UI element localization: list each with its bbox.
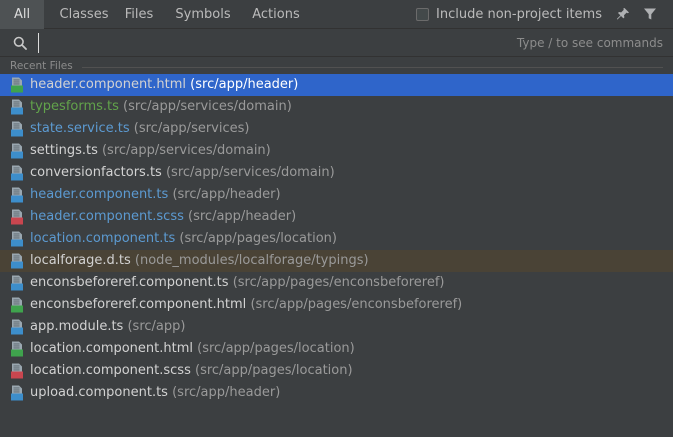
search-row: Type / to see commands bbox=[0, 29, 673, 57]
recent-file-row[interactable]: typesforms.ts (src/app/services/domain) bbox=[0, 96, 673, 118]
search-everywhere-popup: All Classes Files Symbols Actions Includ… bbox=[0, 0, 673, 437]
recent-file-row[interactable]: localforage.d.ts (node_modules/localfora… bbox=[0, 250, 673, 272]
file-name: header.component.html (src/app/header) bbox=[30, 74, 298, 96]
file-path: (src/app/pages/enconsbeforeref) bbox=[232, 275, 445, 290]
file-name: app.module.ts (src/app) bbox=[30, 316, 185, 338]
file-name: location.component.html (src/app/pages/l… bbox=[30, 338, 355, 360]
file-name-text: enconsbeforeref.component.html bbox=[30, 297, 247, 312]
ts-file-icon bbox=[11, 385, 23, 401]
file-name-text: app.module.ts bbox=[30, 319, 124, 334]
file-path: (src/app/pages/location) bbox=[179, 231, 337, 246]
file-name-text: header.component.html bbox=[30, 77, 187, 92]
recent-file-row[interactable]: header.component.html (src/app/header) bbox=[0, 74, 673, 96]
ts-file-icon bbox=[11, 187, 23, 203]
search-hint: Type / to see commands bbox=[516, 36, 663, 50]
recent-file-row[interactable]: conversionfactors.ts (src/app/services/d… bbox=[0, 162, 673, 184]
recent-file-row[interactable]: enconsbeforeref.component.html (src/app/… bbox=[0, 294, 673, 316]
file-name-text: location.component.html bbox=[30, 341, 194, 356]
file-path: (node_modules/localforage/typings) bbox=[134, 253, 369, 268]
recent-file-row[interactable]: location.component.ts (src/app/pages/loc… bbox=[0, 228, 673, 250]
recent-file-row[interactable]: upload.component.ts (src/app/header) bbox=[0, 382, 673, 404]
ts-file-icon bbox=[11, 99, 23, 115]
file-path: (src/app/services/domain) bbox=[101, 143, 271, 158]
sass-file-icon bbox=[11, 209, 23, 225]
recent-file-row[interactable]: settings.ts (src/app/services/domain) bbox=[0, 140, 673, 162]
file-name: location.component.scss (src/app/pages/l… bbox=[30, 360, 353, 382]
file-path: (src/app/header) bbox=[188, 209, 297, 224]
ts-file-icon bbox=[11, 275, 23, 291]
file-path: (src/app/services/domain) bbox=[165, 165, 335, 180]
recent-file-row[interactable]: location.component.scss (src/app/pages/l… bbox=[0, 360, 673, 382]
html-file-icon bbox=[11, 77, 23, 93]
recent-file-row[interactable]: header.component.ts (src/app/header) bbox=[0, 184, 673, 206]
file-name: location.component.ts (src/app/pages/loc… bbox=[30, 228, 337, 250]
file-name-text: location.component.scss bbox=[30, 363, 191, 378]
tab-actions[interactable]: Actions bbox=[250, 0, 302, 29]
file-name: upload.component.ts (src/app/header) bbox=[30, 382, 280, 404]
file-name-text: header.component.scss bbox=[30, 209, 184, 224]
recent-file-row[interactable]: app.module.ts (src/app) bbox=[0, 316, 673, 338]
tab-all[interactable]: All bbox=[0, 0, 44, 29]
ts-file-icon bbox=[11, 319, 23, 335]
file-path: (src/app/services/domain) bbox=[123, 99, 292, 114]
recent-files-list: Recent Files header.component.html (src/… bbox=[0, 57, 673, 437]
file-name-text: settings.ts bbox=[30, 143, 98, 158]
ts-file-icon bbox=[11, 143, 23, 159]
file-path: (src/app/pages/enconsbeforeref) bbox=[250, 297, 463, 312]
file-name-text: header.component.ts bbox=[30, 187, 169, 202]
file-name-text: localforage.d.ts bbox=[30, 253, 131, 268]
file-name-text: state.service.ts bbox=[30, 121, 130, 136]
recent-file-row[interactable]: header.component.scss (src/app/header) bbox=[0, 206, 673, 228]
file-name-text: upload.component.ts bbox=[30, 385, 168, 400]
ts-file-icon bbox=[11, 121, 23, 137]
recent-files-header: Recent Files bbox=[10, 60, 73, 72]
ts-file-icon bbox=[11, 253, 23, 269]
scope-tab-bar: All Classes Files Symbols Actions Includ… bbox=[0, 0, 673, 29]
html-file-icon bbox=[11, 341, 23, 357]
file-name-text: enconsbeforeref.component.ts bbox=[30, 275, 229, 290]
ts-file-icon bbox=[11, 165, 23, 181]
file-name-text: location.component.ts bbox=[30, 231, 176, 246]
recent-file-row[interactable]: location.component.html (src/app/pages/l… bbox=[0, 338, 673, 360]
file-name: header.component.scss (src/app/header) bbox=[30, 206, 296, 228]
file-name: conversionfactors.ts (src/app/services/d… bbox=[30, 162, 335, 184]
file-name-text: conversionfactors.ts bbox=[30, 165, 162, 180]
file-name: typesforms.ts (src/app/services/domain) bbox=[30, 96, 292, 118]
file-name: enconsbeforeref.component.ts (src/app/pa… bbox=[30, 272, 445, 294]
file-name: enconsbeforeref.component.html (src/app/… bbox=[30, 294, 462, 316]
file-path: (src/app/header) bbox=[172, 385, 281, 400]
file-name: header.component.ts (src/app/header) bbox=[30, 184, 281, 206]
filter-icon[interactable] bbox=[643, 7, 657, 21]
tab-symbols[interactable]: Symbols bbox=[174, 0, 232, 29]
ts-file-icon bbox=[11, 231, 23, 247]
file-path: (src/app/pages/location) bbox=[197, 341, 355, 356]
file-path: (src/app/services) bbox=[133, 121, 250, 136]
file-path: (src/app) bbox=[127, 319, 186, 334]
include-non-project-checkbox[interactable] bbox=[416, 8, 429, 21]
file-name: settings.ts (src/app/services/domain) bbox=[30, 140, 271, 162]
pin-icon[interactable] bbox=[616, 7, 630, 21]
section-divider bbox=[82, 67, 663, 68]
recent-file-row[interactable]: enconsbeforeref.component.ts (src/app/pa… bbox=[0, 272, 673, 294]
file-name: localforage.d.ts (node_modules/localfora… bbox=[30, 250, 369, 272]
file-path: (src/app/header) bbox=[172, 187, 281, 202]
sass-file-icon bbox=[11, 363, 23, 379]
recent-file-row[interactable]: state.service.ts (src/app/services) bbox=[0, 118, 673, 140]
file-path: (src/app/header) bbox=[190, 77, 299, 92]
file-name-text: typesforms.ts bbox=[30, 99, 119, 114]
search-input[interactable] bbox=[38, 33, 479, 53]
html-file-icon bbox=[11, 297, 23, 313]
include-non-project-label: Include non-project items bbox=[436, 7, 602, 22]
search-icon bbox=[13, 36, 27, 50]
file-path: (src/app/pages/location) bbox=[195, 363, 353, 378]
tab-classes[interactable]: Classes bbox=[44, 0, 124, 29]
tab-files[interactable]: Files bbox=[124, 0, 154, 29]
file-name: state.service.ts (src/app/services) bbox=[30, 118, 249, 140]
